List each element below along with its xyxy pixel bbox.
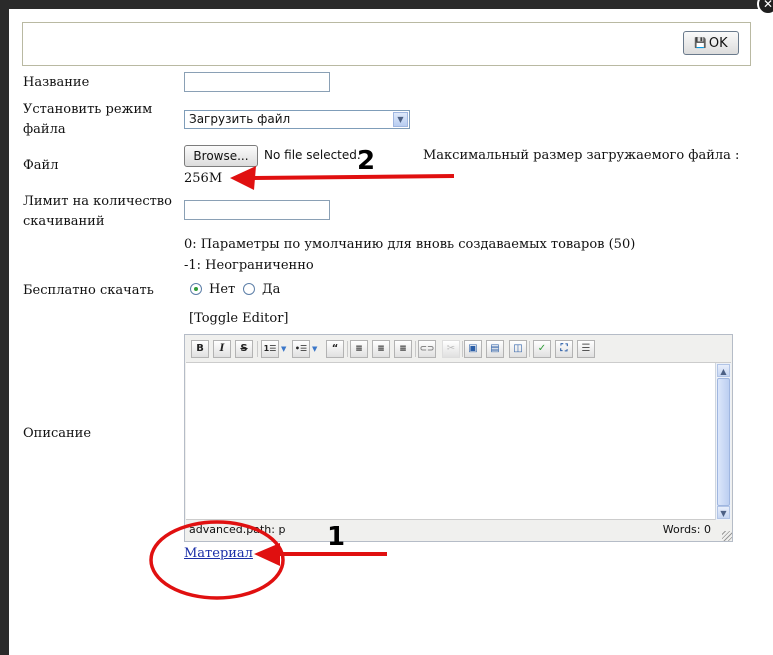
link-icon[interactable]: ⊂⊃: [418, 340, 436, 358]
align-center-icon[interactable]: ≡: [372, 340, 390, 358]
window-frame-top: [0, 0, 773, 9]
italic-icon[interactable]: I: [213, 340, 231, 358]
limit-label: Лимит на количество скачиваний: [23, 194, 172, 229]
top-toolbar: 💾 OK: [22, 22, 751, 66]
editor-statusbar: advanced.path: p Words: 0: [186, 520, 731, 540]
editor-scrollbar[interactable]: ▲ ▼: [715, 363, 731, 520]
align-left-icon[interactable]: ≡: [350, 340, 368, 358]
scroll-down-icon[interactable]: ▼: [717, 506, 730, 519]
align-right-icon[interactable]: ≡: [394, 340, 412, 358]
scroll-up-icon[interactable]: ▲: [717, 364, 730, 377]
description-label: Описание: [23, 426, 92, 441]
blockquote-icon[interactable]: “: [326, 340, 344, 358]
word-count: Words: 0: [662, 523, 711, 536]
editor-content-area[interactable]: [186, 363, 717, 520]
toolbar-divider: [347, 341, 348, 357]
free-download-label: Бесплатно скачать: [23, 283, 154, 298]
spellcheck-icon[interactable]: ✓: [533, 340, 551, 358]
image-icon[interactable]: ▣: [464, 340, 482, 358]
chevron-down-icon[interactable]: ▼: [312, 345, 317, 353]
unordered-list-icon[interactable]: •☰: [292, 340, 310, 358]
strikethrough-icon[interactable]: S: [235, 340, 253, 358]
page-break-icon[interactable]: ☰: [577, 340, 595, 358]
mode-select-value: Загрузить файл: [189, 112, 291, 126]
radio-no-label: Нет: [209, 282, 236, 297]
floppy-disk-icon: 💾: [694, 37, 707, 49]
max-size-label: Максимальный размер загружаемого файла :: [423, 148, 740, 163]
annotation-arrow-2: [230, 166, 455, 190]
radio-yes[interactable]: [243, 283, 255, 295]
close-icon[interactable]: ✕: [757, 0, 773, 15]
mode-select[interactable]: Загрузить файл ▼: [184, 110, 410, 129]
annotation-number-1: 1: [327, 522, 346, 552]
chevron-down-icon[interactable]: ▼: [393, 112, 408, 127]
editor-toolbar: B I S 1☰ ▼ •☰ ▼ “ ≡ ≡ ≡ ⊂⊃ ✂ ▣ ▤ ◫ ✓ ⛶ ☰: [186, 336, 731, 363]
max-size-value: 256M: [184, 171, 223, 186]
name-input[interactable]: [184, 72, 330, 92]
radio-yes-label: Да: [262, 282, 281, 297]
toolbar-divider: [529, 341, 530, 357]
annotation-number-2: 2: [357, 146, 376, 176]
bold-icon[interactable]: B: [191, 340, 209, 358]
limit-hint-default: 0: Параметры по умолчанию для вновь созд…: [184, 237, 636, 252]
radio-no[interactable]: [190, 283, 202, 295]
toolbar-divider: [462, 341, 463, 357]
toolbar-divider: [257, 341, 258, 357]
ok-button[interactable]: 💾 OK: [683, 31, 739, 55]
material-link[interactable]: Материал: [184, 545, 253, 562]
editor-path: advanced.path: p: [189, 523, 286, 536]
browse-button[interactable]: Browse...: [184, 145, 258, 167]
toggle-editor-link[interactable]: [Toggle Editor]: [189, 310, 289, 328]
name-label: Название: [23, 75, 90, 90]
limit-hint-unlimited: -1: Неограниченно: [184, 258, 314, 273]
ordered-list-icon[interactable]: 1☰: [261, 340, 279, 358]
file-status: No file selected.: [264, 148, 361, 162]
limit-input[interactable]: [184, 200, 330, 220]
insert-block-icon[interactable]: ◫: [509, 340, 527, 358]
horizontal-rule-icon[interactable]: ▤: [486, 340, 504, 358]
scroll-thumb[interactable]: [717, 378, 730, 506]
chevron-down-icon[interactable]: ▼: [281, 345, 286, 353]
file-label: Файл: [23, 158, 59, 173]
toolbar-divider: [415, 341, 416, 357]
window-frame-left: [0, 0, 9, 655]
ok-button-label: OK: [708, 35, 728, 51]
mode-label: Установить режим файла: [23, 102, 153, 137]
resize-handle[interactable]: [722, 531, 732, 541]
unlink-icon[interactable]: ✂: [442, 340, 460, 358]
annotation-overlay: [149, 166, 455, 600]
rich-text-editor: B I S 1☰ ▼ •☰ ▼ “ ≡ ≡ ≡ ⊂⊃ ✂ ▣ ▤ ◫ ✓ ⛶ ☰…: [184, 334, 733, 542]
fullscreen-icon[interactable]: ⛶: [555, 340, 573, 358]
annotation-arrow-1: [254, 543, 387, 566]
